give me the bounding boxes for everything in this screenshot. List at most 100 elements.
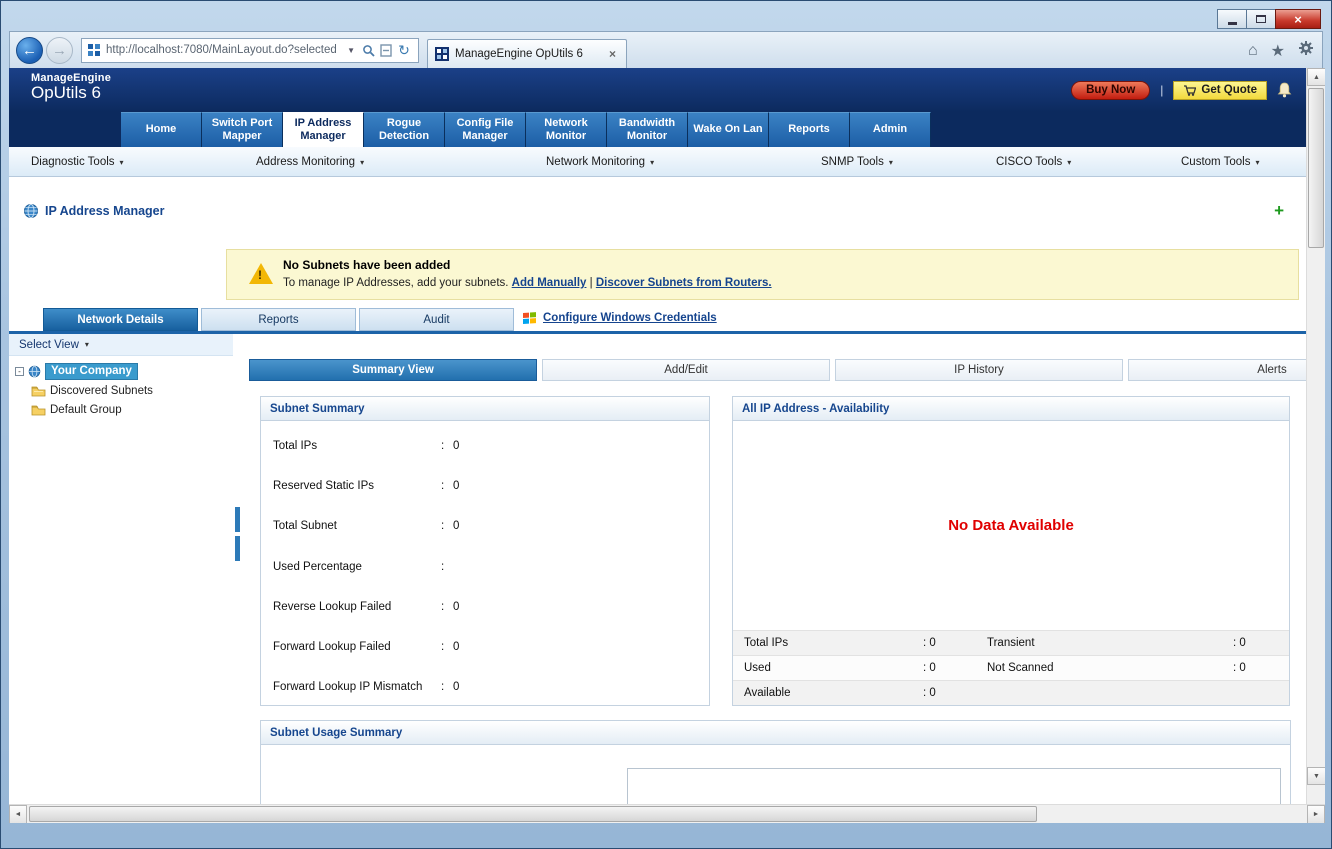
forward-button[interactable]: → bbox=[46, 36, 73, 64]
panel-header: All IP Address - Availability bbox=[733, 397, 1289, 421]
nav-tab-wake-on-lan[interactable]: Wake On Lan bbox=[688, 112, 769, 147]
subnet-summary-rows: Total IPs:0 Reserved Static IPs:0 Total … bbox=[261, 421, 709, 707]
tab-summary-view[interactable]: Summary View bbox=[249, 359, 537, 381]
panel-title: Subnet Usage Summary bbox=[270, 726, 403, 739]
buy-now-button[interactable]: Buy Now bbox=[1071, 80, 1151, 100]
menu-snmp-tools[interactable]: SNMP Tools ▾ bbox=[821, 147, 893, 177]
configure-windows-credentials-link[interactable]: Configure Windows Credentials bbox=[543, 312, 717, 324]
back-button[interactable]: ← bbox=[16, 36, 43, 64]
nav-tab-reports[interactable]: Reports bbox=[769, 112, 850, 147]
splitter-handle[interactable] bbox=[235, 536, 240, 561]
warning-icon: ! bbox=[249, 263, 273, 284]
tab-close-icon[interactable]: × bbox=[606, 47, 619, 61]
gear-icon[interactable] bbox=[1298, 40, 1314, 61]
chevron-down-icon: ▾ bbox=[84, 340, 89, 349]
pane-splitter[interactable] bbox=[233, 334, 242, 804]
menu-cisco-tools[interactable]: CISCO Tools ▾ bbox=[996, 147, 1071, 177]
close-button[interactable]: × bbox=[1275, 9, 1321, 29]
tab-audit[interactable]: Audit bbox=[359, 308, 514, 331]
tab-alerts[interactable]: Alerts bbox=[1128, 359, 1306, 381]
row-value: 0 bbox=[453, 440, 460, 453]
menu-address-monitoring[interactable]: Address Monitoring ▾ bbox=[256, 147, 364, 177]
menu-custom-tools[interactable]: Custom Tools ▾ bbox=[1181, 147, 1259, 177]
nav-tab-admin[interactable]: Admin bbox=[850, 112, 931, 147]
tab-network-details[interactable]: Network Details bbox=[43, 308, 198, 331]
scroll-down-button[interactable]: ▼ bbox=[1307, 767, 1325, 785]
nav-tab-ip-address-manager[interactable]: IP Address Manager bbox=[283, 112, 364, 147]
scroll-right-button[interactable]: ► bbox=[1307, 805, 1325, 823]
main-content: Summary View Add/Edit IP History Alerts … bbox=[242, 334, 1306, 804]
tree-item-label[interactable]: Default Group bbox=[50, 404, 122, 416]
browser-tab[interactable]: ManageEngine OpUtils 6 × bbox=[427, 38, 627, 69]
folder-icon bbox=[31, 386, 46, 396]
stats-row: Available : 0 bbox=[733, 680, 1289, 705]
stat-value: : 0 bbox=[923, 687, 936, 699]
discover-subnets-link[interactable]: Discover Subnets from Routers. bbox=[596, 277, 772, 289]
page-body: SOFTPEDIA www.softpedia.com IP Address M… bbox=[9, 177, 1306, 804]
bell-icon[interactable] bbox=[1277, 82, 1292, 98]
down-arrow-icon: ▼ bbox=[1313, 772, 1320, 780]
minimize-button[interactable] bbox=[1217, 9, 1247, 29]
home-icon[interactable]: ⌂ bbox=[1248, 42, 1258, 60]
tab-reports[interactable]: Reports bbox=[201, 308, 356, 331]
tab-ip-history[interactable]: IP History bbox=[835, 359, 1123, 381]
summary-row: Used Percentage: bbox=[261, 547, 709, 587]
nav-tab-config-file-manager[interactable]: Config File Manager bbox=[445, 112, 526, 147]
vertical-scroll-thumb[interactable] bbox=[1308, 88, 1324, 248]
scroll-up-button[interactable]: ▲ bbox=[1307, 68, 1325, 86]
row-value: 0 bbox=[453, 681, 460, 694]
nav-tab-network-monitor[interactable]: Network Monitor bbox=[526, 112, 607, 147]
nav-tab-switch-port-mapper[interactable]: Switch Port Mapper bbox=[202, 112, 283, 147]
tree-item-your-company[interactable]: - Your Company bbox=[15, 362, 233, 381]
row-colon: : bbox=[441, 641, 445, 654]
usage-chart-area bbox=[627, 768, 1281, 804]
row-colon: : bbox=[441, 480, 445, 493]
address-bar[interactable]: http://localhost:7080/MainLayout.do?sele… bbox=[81, 37, 419, 63]
nav-tab-label: Rogue Detection bbox=[378, 116, 430, 142]
horizontal-scrollbar[interactable]: ◄ ► bbox=[9, 804, 1325, 823]
globe-icon bbox=[24, 203, 38, 219]
tab-add-edit[interactable]: Add/Edit bbox=[542, 359, 830, 381]
summary-row: Reserved Static IPs:0 bbox=[261, 466, 709, 506]
add-icon[interactable]: + bbox=[1274, 201, 1284, 221]
refresh-icon[interactable]: ↻ bbox=[395, 40, 413, 60]
stats-row: Total IPs : 0 Transient : 0 bbox=[733, 630, 1289, 655]
maximize-button[interactable] bbox=[1246, 9, 1276, 29]
tree-item-label[interactable]: Your Company bbox=[45, 363, 138, 380]
select-view-dropdown[interactable]: Select View ▾ bbox=[9, 334, 233, 356]
collapse-icon[interactable]: - bbox=[15, 367, 24, 376]
search-icon[interactable] bbox=[359, 40, 377, 60]
tree-item-discovered-subnets[interactable]: Discovered Subnets bbox=[15, 381, 233, 400]
app-logo: ManageEngine OpUtils 6 bbox=[31, 72, 111, 103]
nav-tab-bandwidth-monitor[interactable]: Bandwidth Monitor bbox=[607, 112, 688, 147]
menu-diagnostic-tools[interactable]: Diagnostic Tools ▾ bbox=[31, 147, 124, 177]
get-quote-button[interactable]: Get Quote bbox=[1173, 80, 1267, 100]
window-controls: × bbox=[1217, 9, 1321, 29]
horizontal-scroll-thumb[interactable] bbox=[29, 806, 1037, 822]
menu-label: CISCO Tools bbox=[996, 156, 1063, 168]
configure-credentials-row: Configure Windows Credentials bbox=[523, 311, 717, 324]
scroll-left-button[interactable]: ◄ bbox=[9, 805, 27, 823]
add-manually-link[interactable]: Add Manually bbox=[512, 277, 587, 289]
favorites-star-icon[interactable]: ★ bbox=[1271, 41, 1285, 61]
url-dropdown-caret[interactable]: ▼ bbox=[343, 46, 359, 55]
globe-icon bbox=[28, 365, 41, 378]
section-tabs: Network Details Reports Audit bbox=[43, 308, 514, 331]
compatibility-view-icon[interactable] bbox=[377, 40, 395, 60]
window-titlebar[interactable]: × bbox=[1, 1, 1331, 31]
nav-tab-rogue-detection[interactable]: Rogue Detection bbox=[364, 112, 445, 147]
tree-item-default-group[interactable]: Default Group bbox=[15, 400, 233, 419]
vertical-scrollbar[interactable]: ▲ ▼ bbox=[1306, 68, 1325, 804]
tab-label: Network Details bbox=[77, 313, 164, 326]
nav-tab-label: IP Address Manager bbox=[294, 116, 352, 142]
tree-item-label[interactable]: Discovered Subnets bbox=[50, 385, 153, 397]
stat-label: Not Scanned bbox=[987, 662, 1054, 674]
stat-value: : 0 bbox=[1233, 637, 1246, 649]
menu-network-monitoring[interactable]: Network Monitoring ▾ bbox=[546, 147, 654, 177]
nav-tab-home[interactable]: Home bbox=[121, 112, 202, 147]
splitter-handle[interactable] bbox=[235, 507, 240, 532]
summary-row: Total Subnet:0 bbox=[261, 506, 709, 546]
summary-row: Reverse Lookup Failed:0 bbox=[261, 587, 709, 627]
sidebar: Select View ▾ - Your Company Discovered … bbox=[9, 334, 233, 804]
url-text[interactable]: http://localhost:7080/MainLayout.do?sele… bbox=[106, 44, 343, 56]
